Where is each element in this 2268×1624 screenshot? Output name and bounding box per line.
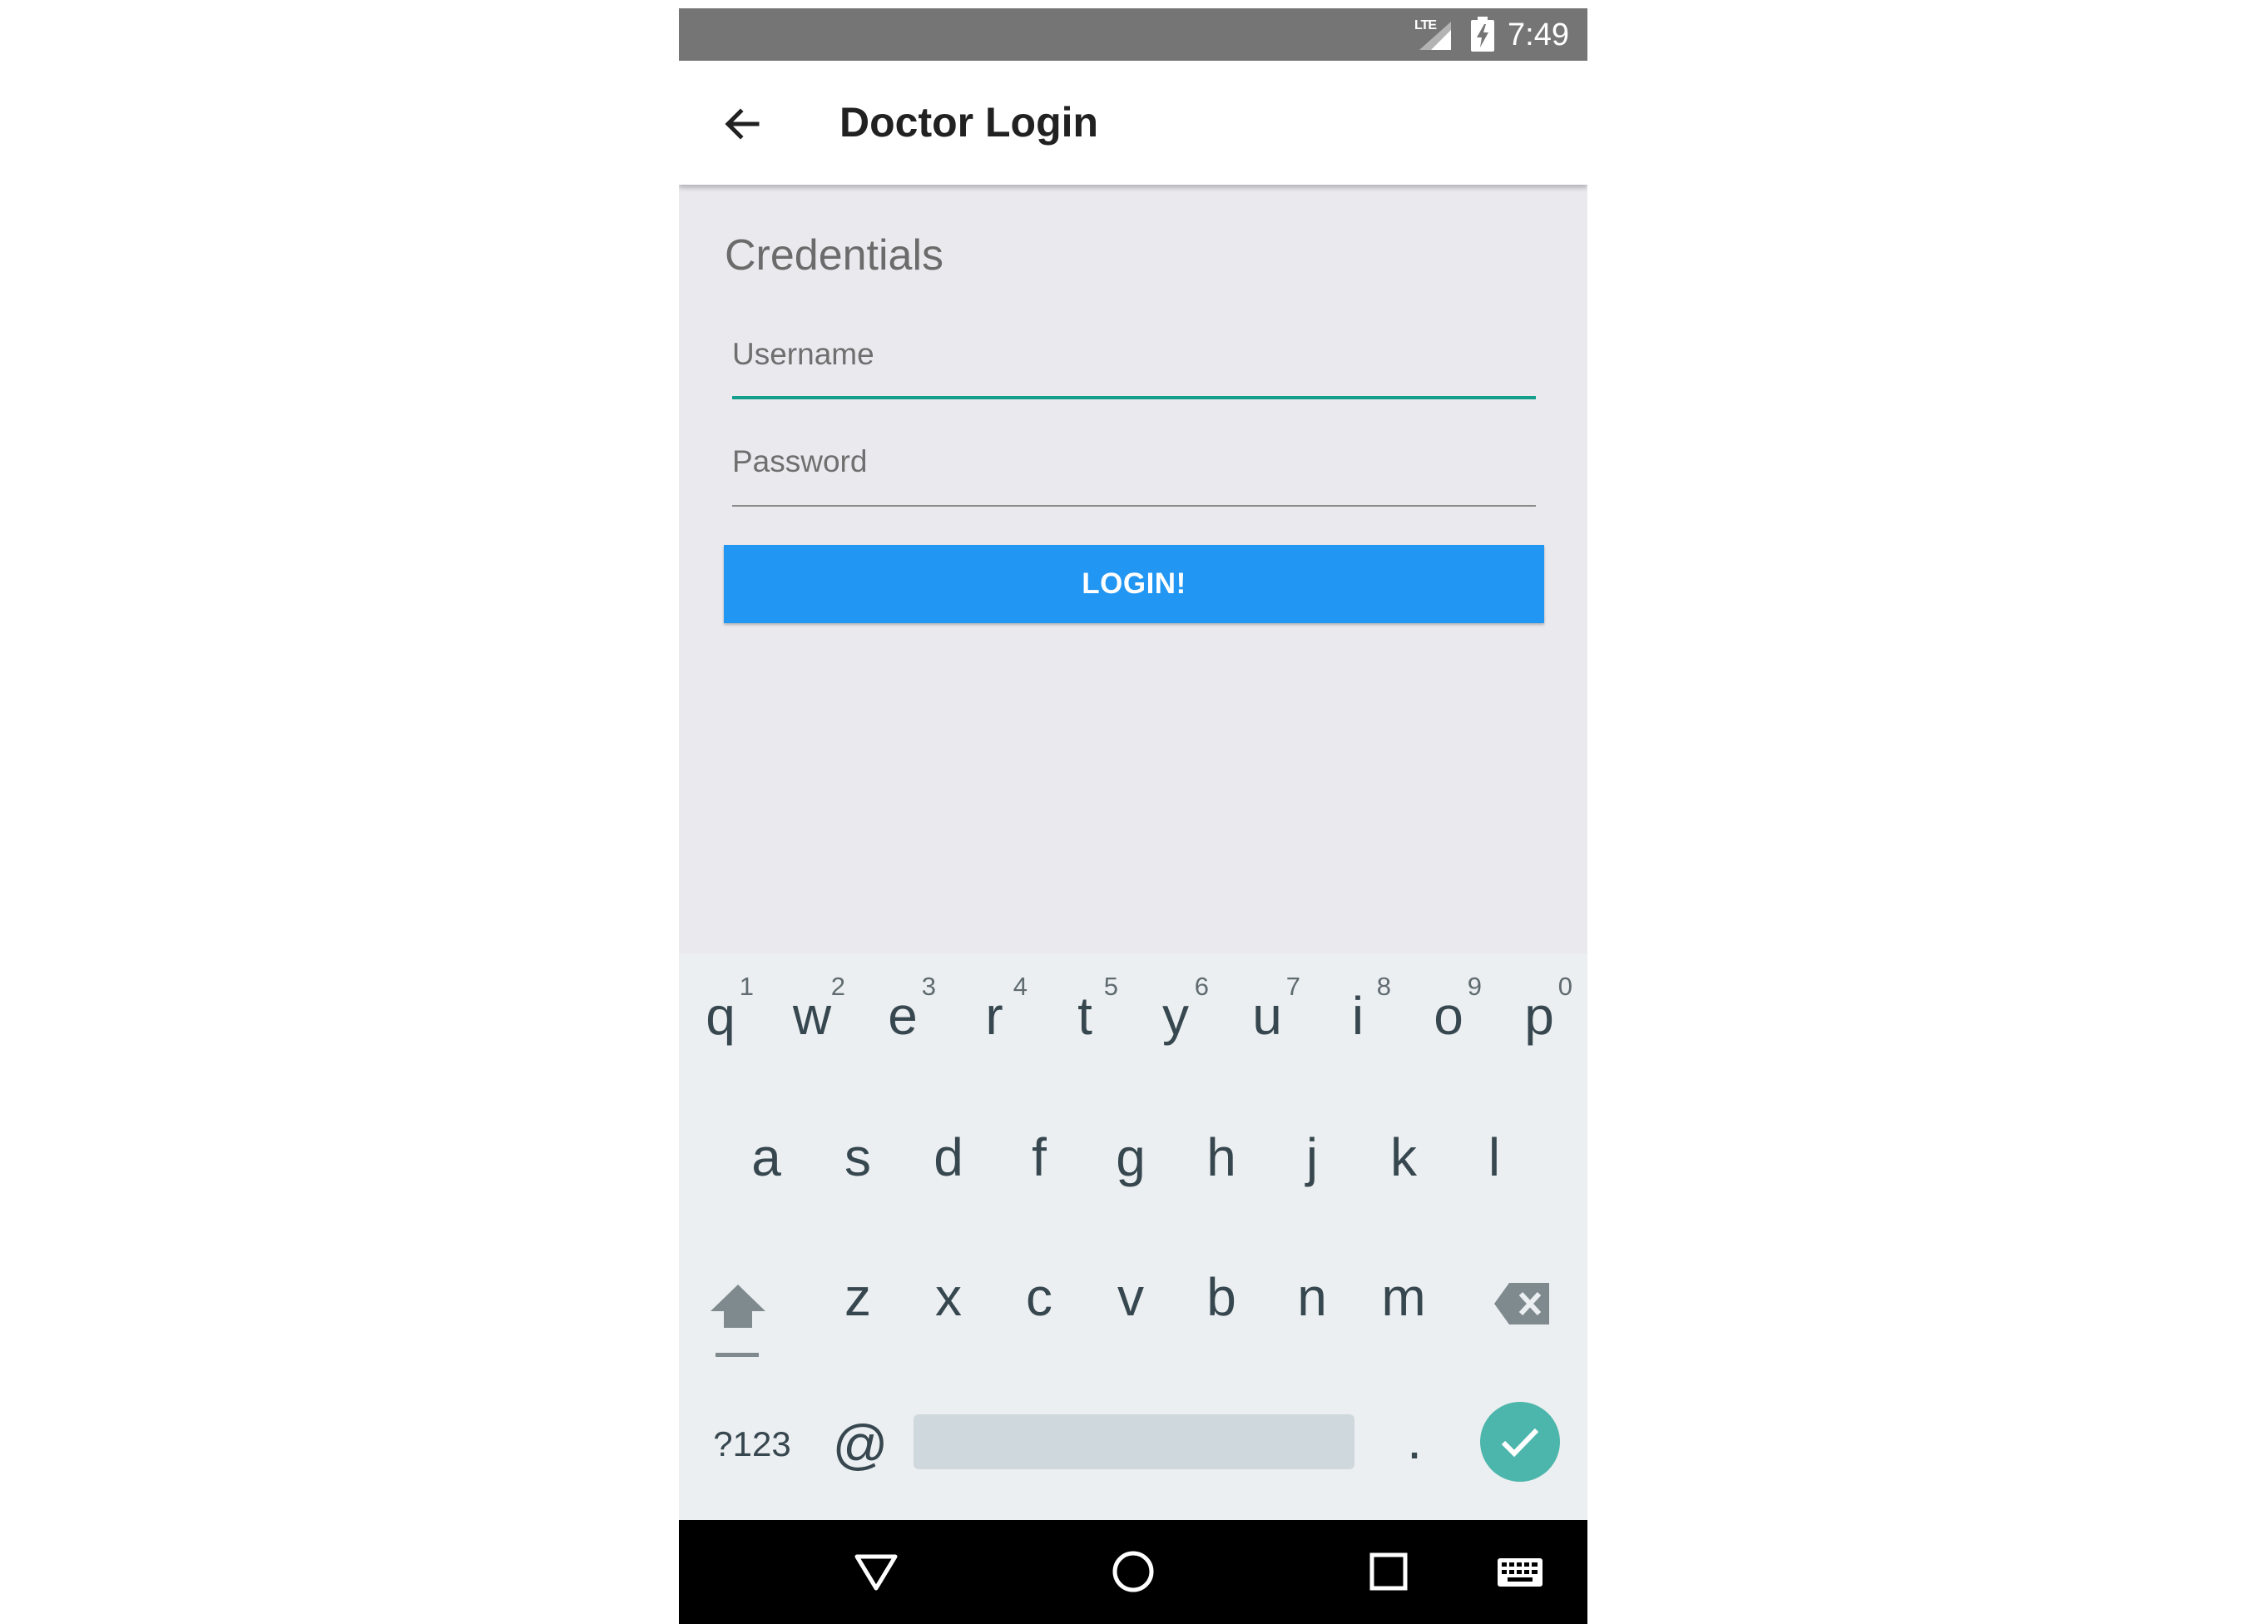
symbols-key-label: ?123 <box>713 1424 791 1463</box>
key-label: f <box>1032 1127 1047 1187</box>
key-label: q <box>706 986 735 1046</box>
page-title: Doctor Login <box>839 99 1099 146</box>
keyboard-icon[interactable] <box>1491 1545 1549 1598</box>
key-b[interactable]: b <box>1176 1233 1266 1369</box>
key-label: c <box>1026 1267 1052 1327</box>
at-key[interactable]: @ <box>815 1386 905 1519</box>
key-c[interactable]: c <box>994 1233 1084 1369</box>
soft-keyboard: 1q 2w 3e 4r 5t 6y 7u 8i 9o 0p a s d f g … <box>679 953 1587 1520</box>
key-k[interactable]: k <box>1359 1093 1448 1230</box>
home-circle-icon[interactable] <box>1104 1545 1162 1598</box>
username-underline <box>732 396 1536 399</box>
navigation-bar <box>679 1520 1587 1624</box>
key-label: l <box>1488 1127 1501 1187</box>
key-label: r <box>985 986 1003 1046</box>
key-label: g <box>1116 1127 1146 1187</box>
key-s[interactable]: s <box>813 1093 903 1230</box>
key-p[interactable]: 0p <box>1494 953 1584 1090</box>
key-a[interactable]: a <box>721 1093 811 1230</box>
backspace-icon <box>1494 1283 1549 1324</box>
app-bar: Doctor Login <box>679 61 1587 185</box>
key-label: u <box>1252 986 1282 1046</box>
key-m[interactable]: m <box>1359 1233 1448 1369</box>
battery-charging-icon <box>1471 17 1494 52</box>
key-f[interactable]: f <box>994 1093 1084 1230</box>
key-n[interactable]: n <box>1267 1233 1357 1369</box>
status-time: 7:49 <box>1508 17 1569 52</box>
network-type-label: LTE <box>1414 18 1437 32</box>
key-label: s <box>844 1127 871 1187</box>
key-y[interactable]: 6y <box>1131 953 1221 1090</box>
key-w[interactable]: 2w <box>767 953 857 1090</box>
key-label: w <box>792 986 832 1046</box>
username-placeholder: Username <box>732 337 874 371</box>
key-x[interactable]: x <box>904 1233 993 1369</box>
key-label: y <box>1162 986 1189 1046</box>
key-label: e <box>888 986 918 1046</box>
login-form: Credentials Username Password LOGIN! <box>679 185 1587 962</box>
spacebar[interactable] <box>914 1414 1354 1469</box>
back-arrow-icon[interactable] <box>719 101 765 147</box>
phone-screen: LTE 7:49 Doctor Login Credentials Userna… <box>679 8 1587 1624</box>
key-label: i <box>1351 986 1364 1046</box>
key-v[interactable]: v <box>1086 1233 1176 1369</box>
login-button[interactable]: LOGIN! <box>724 545 1544 623</box>
key-g[interactable]: g <box>1086 1093 1176 1230</box>
key-label: p <box>1524 986 1554 1046</box>
password-placeholder: Password <box>732 444 868 478</box>
key-o[interactable]: 9o <box>1404 953 1493 1090</box>
key-j[interactable]: j <box>1267 1093 1357 1230</box>
shift-key[interactable] <box>699 1233 799 1369</box>
key-label: b <box>1206 1267 1236 1327</box>
key-t[interactable]: 5t <box>1040 953 1130 1090</box>
key-label: j <box>1305 1127 1319 1187</box>
key-h[interactable]: h <box>1176 1093 1266 1230</box>
backspace-key[interactable] <box>1478 1233 1577 1369</box>
status-bar: LTE 7:49 <box>679 8 1587 61</box>
key-label: n <box>1297 1267 1327 1327</box>
password-underline <box>732 505 1536 507</box>
key-label: z <box>844 1267 871 1327</box>
key-label: t <box>1077 986 1092 1046</box>
at-key-label: @ <box>832 1414 889 1475</box>
symbols-key[interactable]: ?123 <box>696 1386 809 1519</box>
key-d[interactable]: d <box>904 1093 993 1230</box>
key-i[interactable]: 8i <box>1313 953 1403 1090</box>
shift-icon <box>711 1285 765 1357</box>
key-q[interactable]: 1q <box>679 953 765 1090</box>
key-label: x <box>935 1267 962 1327</box>
section-title: Credentials <box>725 231 944 280</box>
key-label: d <box>933 1127 963 1187</box>
key-l[interactable]: l <box>1449 1093 1539 1230</box>
period-key[interactable]: . <box>1369 1386 1459 1519</box>
password-field[interactable]: Password <box>732 432 1536 507</box>
period-key-label: . <box>1406 1409 1423 1470</box>
key-r[interactable]: 4r <box>949 953 1039 1090</box>
checkmark-icon <box>1501 1428 1539 1458</box>
key-u[interactable]: 7u <box>1222 953 1312 1090</box>
key-label: k <box>1390 1127 1417 1187</box>
username-field[interactable]: Username <box>732 324 1536 399</box>
key-e[interactable]: 3e <box>858 953 948 1090</box>
key-z[interactable]: z <box>813 1233 903 1369</box>
key-label: a <box>751 1127 781 1187</box>
enter-key[interactable] <box>1480 1402 1560 1482</box>
key-label: v <box>1117 1267 1144 1327</box>
key-label: h <box>1206 1127 1236 1187</box>
key-label: o <box>1434 986 1463 1046</box>
back-triangle-icon[interactable] <box>847 1545 905 1598</box>
recents-square-icon[interactable] <box>1359 1545 1418 1598</box>
key-label: m <box>1381 1267 1426 1327</box>
